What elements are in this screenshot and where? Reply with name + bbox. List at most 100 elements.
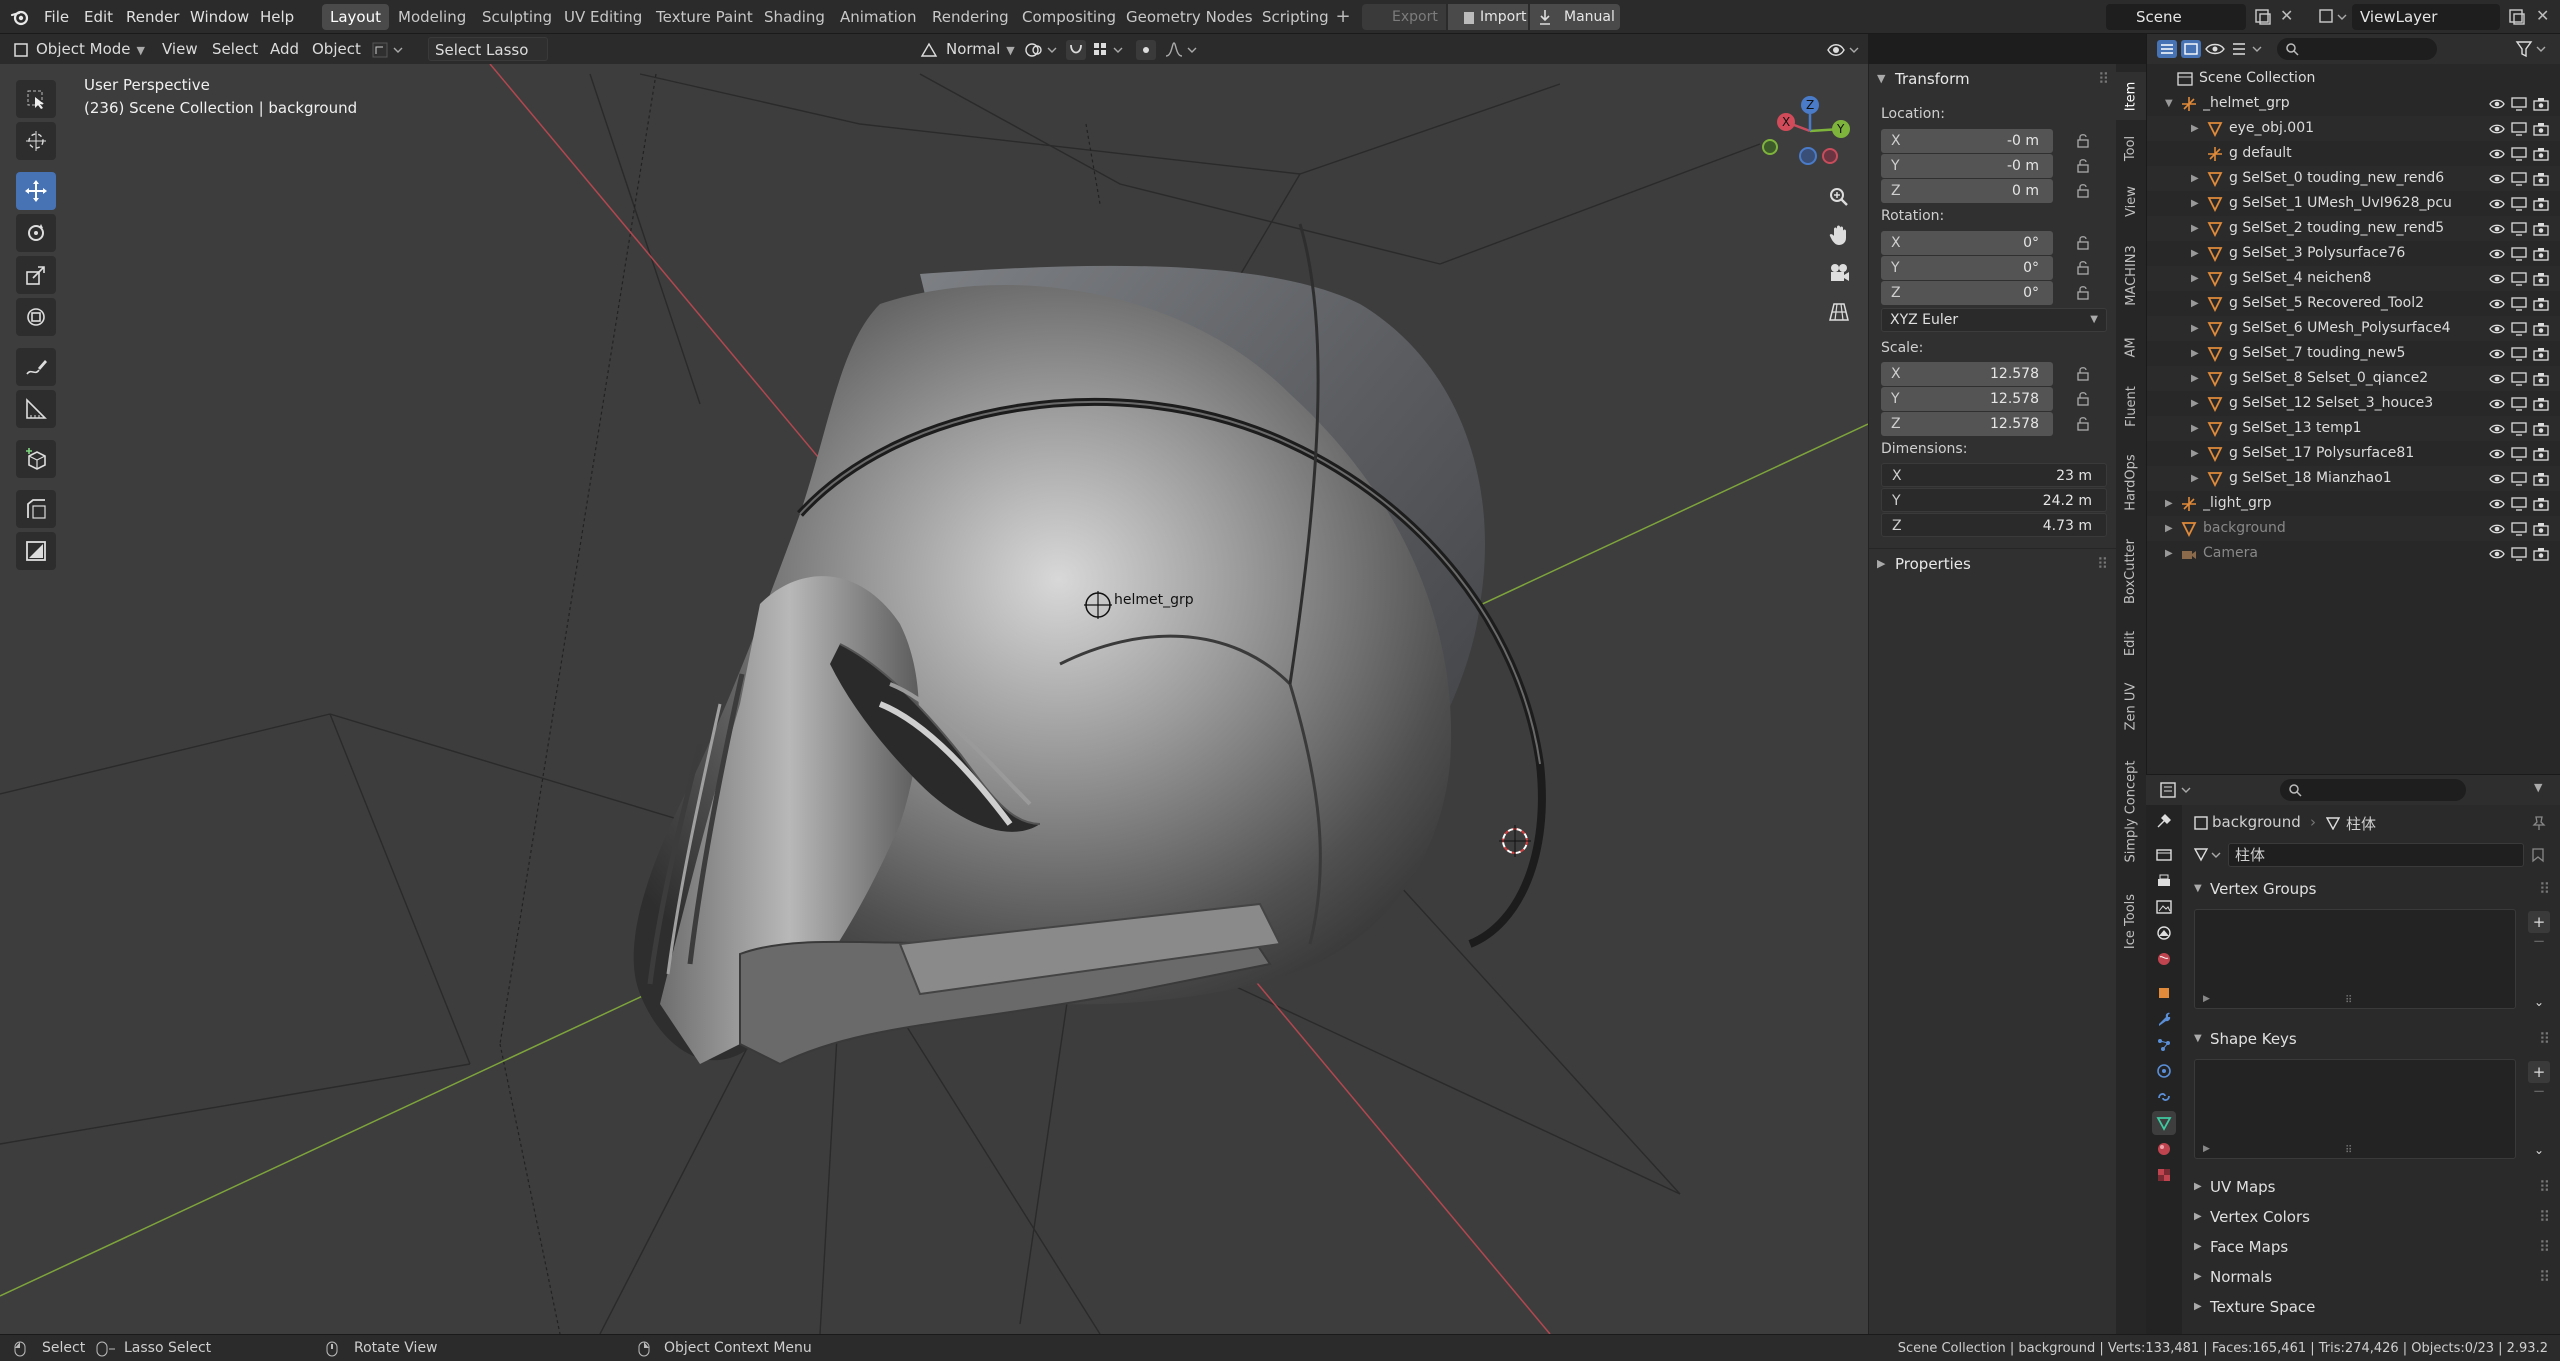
measure-tool-button[interactable]	[16, 390, 56, 428]
expand-arrow-icon[interactable]: ▶	[2165, 516, 2173, 541]
expand-arrow-icon[interactable]: ▶	[2191, 316, 2199, 341]
monitor-icon[interactable]	[2511, 446, 2527, 462]
shape-key-specials-button[interactable]: ⌄	[2528, 1143, 2550, 1163]
menu-render[interactable]: Render	[126, 6, 179, 28]
view-layer-icon[interactable]	[2318, 8, 2348, 26]
lock-icon[interactable]	[2075, 158, 2091, 174]
camera-view-button[interactable]	[1822, 256, 1856, 290]
location-x-field[interactable]: X -0 m	[1881, 129, 2053, 153]
lock-icon[interactable]	[2075, 366, 2091, 382]
shape-keys-list[interactable]: ▶ ⠿	[2194, 1059, 2516, 1159]
render-camera-icon[interactable]	[2533, 121, 2549, 137]
transform-orientation-dropdown[interactable]: Normal ▼	[940, 37, 1021, 61]
menu-object[interactable]: Object	[306, 37, 367, 61]
rotation-y-field[interactable]: Y 0°	[1881, 256, 2053, 280]
location-z-field[interactable]: Z 0 m	[1881, 179, 2053, 203]
render-camera-icon[interactable]	[2533, 546, 2549, 562]
render-camera-icon[interactable]	[2533, 346, 2549, 362]
monitor-icon[interactable]	[2511, 421, 2527, 437]
scale-z-field[interactable]: Z 12.578	[1881, 412, 2053, 436]
render-camera-icon[interactable]	[2533, 421, 2549, 437]
proportional-edit-icon[interactable]	[1136, 40, 1156, 60]
tab-machin3[interactable]: MACHIN3	[2116, 230, 2146, 320]
tab-sculpting[interactable]: Sculpting	[474, 4, 560, 30]
outliner-row[interactable]: ▶ g SelSet_8 Selset_0_qiance2	[2147, 366, 2560, 391]
add-cube-tool-button[interactable]	[16, 440, 56, 478]
tab-render-properties[interactable]	[2152, 843, 2176, 867]
render-camera-icon[interactable]	[2533, 396, 2549, 412]
vertex-colors-panel-header[interactable]: ▶ Vertex Colors ⠿	[2188, 1203, 2554, 1231]
expand-arrow-icon[interactable]: ▶	[2191, 191, 2199, 216]
outliner-row[interactable]: ▶ g SelSet_2 touding_new_rend5	[2147, 216, 2560, 241]
extra-tool-button-1[interactable]	[16, 490, 56, 528]
select-tool-dropdown[interactable]: Select Lasso▼	[428, 37, 548, 82]
navigation-gizmo[interactable]: X Y Z	[1760, 84, 1850, 174]
pan-button[interactable]	[1822, 218, 1856, 252]
tab-tool-properties[interactable]	[2152, 809, 2176, 833]
helmet-model[interactable]	[633, 223, 1546, 1066]
tab-geometry-nodes[interactable]: Geometry Nodes	[1118, 4, 1261, 30]
expand-arrow-icon[interactable]: ▶	[2191, 466, 2199, 491]
falloff-icon[interactable]	[1164, 41, 1200, 59]
tab-ice-tools[interactable]: Ice Tools	[2116, 880, 2146, 962]
rotation-mode-dropdown[interactable]: XYZ Euler ▼	[1881, 308, 2107, 332]
monitor-icon[interactable]	[2511, 496, 2527, 512]
monitor-icon[interactable]	[2511, 121, 2527, 137]
render-camera-icon[interactable]	[2533, 171, 2549, 187]
extra-tool-button-2[interactable]	[16, 532, 56, 570]
3d-cursor-icon[interactable]	[1499, 825, 1531, 857]
mode-dropdown[interactable]: Object Mode ▼	[30, 37, 151, 61]
tab-output-properties[interactable]	[2152, 869, 2176, 893]
render-camera-icon[interactable]	[2533, 271, 2549, 287]
lock-icon[interactable]	[2075, 235, 2091, 251]
outliner-row[interactable]: ▶ g SelSet_4 neichen8	[2147, 266, 2560, 291]
location-y-field[interactable]: Y -0 m	[1881, 154, 2053, 178]
tab-animation[interactable]: Animation	[832, 4, 924, 30]
select-tool-button[interactable]	[16, 80, 56, 118]
expand-arrow-icon[interactable]: ▶	[2165, 541, 2173, 566]
tab-boxcutter[interactable]: BoxCutter	[2116, 526, 2146, 616]
tab-texture-properties[interactable]	[2152, 1163, 2176, 1187]
outliner-row[interactable]: ▶ g SelSet_5 Recovered_Tool2	[2147, 291, 2560, 316]
new-scene-icon[interactable]	[2254, 8, 2272, 26]
eye-icon[interactable]	[2489, 396, 2505, 412]
mesh-datablock-selector[interactable]: 柱体	[2194, 843, 2550, 867]
outliner-row[interactable]: ▶ Camera	[2147, 541, 2560, 566]
monitor-icon[interactable]	[2511, 546, 2527, 562]
menu-select[interactable]: Select	[206, 37, 264, 61]
chevron-down-icon[interactable]: ▼	[2534, 781, 2542, 794]
tab-tool[interactable]: Tool	[2116, 124, 2146, 172]
menu-view[interactable]: View	[156, 37, 204, 61]
monitor-icon[interactable]	[2511, 371, 2527, 387]
render-camera-icon[interactable]	[2533, 246, 2549, 262]
eye-icon[interactable]	[2489, 221, 2505, 237]
export-button[interactable]: Export	[1362, 4, 1446, 30]
outliner-row[interactable]: ▶ _light_grp	[2147, 491, 2560, 516]
tab-view[interactable]: View	[2116, 176, 2146, 226]
monitor-icon[interactable]	[2511, 296, 2527, 312]
expand-arrow-icon[interactable]: ▼	[2165, 91, 2173, 116]
eye-icon[interactable]	[2489, 96, 2505, 112]
dimensions-z-field[interactable]: Z 4.73 m	[1881, 513, 2107, 537]
outliner-row[interactable]: ▶ g SelSet_12 Selset_3_houce3	[2147, 391, 2560, 416]
remove-view-layer-icon[interactable]: ✕	[2536, 6, 2549, 25]
rotation-x-field[interactable]: X 0°	[1881, 231, 2053, 255]
outliner-editor-icon[interactable]	[2157, 40, 2177, 58]
cursor-tool-button[interactable]	[16, 122, 56, 160]
select-mode-icon[interactable]	[372, 42, 406, 58]
new-view-layer-icon[interactable]	[2508, 8, 2526, 26]
lock-icon[interactable]	[2075, 416, 2091, 432]
annotate-tool-button[interactable]	[16, 348, 56, 386]
lock-icon[interactable]	[2075, 391, 2091, 407]
monitor-icon[interactable]	[2511, 171, 2527, 187]
monitor-icon[interactable]	[2511, 396, 2527, 412]
mesh-name-field[interactable]: 柱体	[2228, 843, 2524, 867]
menu-window[interactable]: Window	[190, 6, 249, 28]
drag-handle-icon[interactable]: ⠿	[2539, 1203, 2550, 1231]
expand-arrow-icon[interactable]: ▶	[2191, 391, 2199, 416]
vertex-group-specials-button[interactable]: ⌄	[2528, 995, 2550, 1015]
eye-icon[interactable]	[2489, 371, 2505, 387]
display-mode-icon[interactable]	[2181, 40, 2201, 58]
shape-keys-panel-header[interactable]: ▼ Shape Keys ⠿	[2188, 1025, 2554, 1053]
tab-simply-concept[interactable]: Simply Concept	[2116, 746, 2146, 876]
